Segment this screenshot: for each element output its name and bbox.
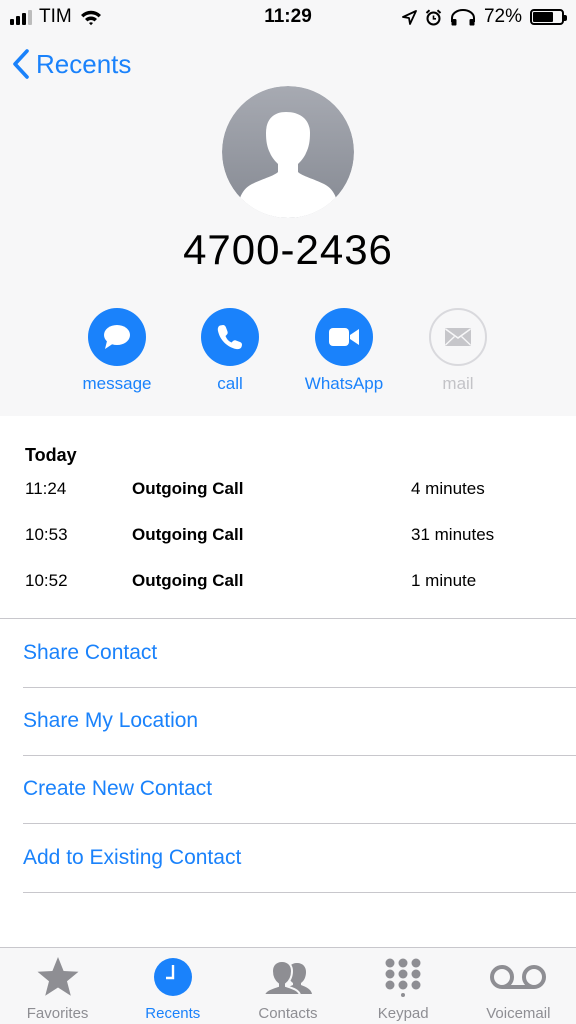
phone-icon [217,325,242,350]
tab-favorites[interactable]: Favorites [0,948,115,1024]
message-icon [104,325,130,349]
mail-action[interactable]: mail [403,308,513,394]
call-time: 10:53 [25,525,68,544]
avatar [222,86,354,218]
call-history-row: 11:24 Outgoing Call 4 minutes [0,479,576,503]
back-label: Recents [36,48,132,79]
tab-voicemail[interactable]: Voicemail [461,948,576,1024]
clock-icon [153,958,192,996]
status-right: 72% [402,6,567,28]
tab-voicemail-label: Voicemail [486,1005,551,1022]
call-history: Today 11:24 Outgoing Call 4 minutes 10:5… [0,416,576,619]
battery-icon [530,9,567,25]
mail-icon [445,328,471,346]
tab-favorites-label: Favorites [26,1005,89,1022]
share-contact-button[interactable]: Share Contact [0,620,576,688]
message-action-label: message [82,374,152,393]
keypad-icon [385,958,421,997]
whatsapp-action-label: WhatsApp [304,374,384,393]
tab-recents-label: Recents [145,1005,201,1022]
call-action[interactable]: call [175,308,285,394]
call-action-label: call [217,374,243,393]
alarm-icon [425,8,442,25]
call-duration: 31 minutes [411,525,495,544]
person-silhouette-icon [222,86,354,218]
share-contact-label: Share Contact [23,641,158,664]
back-button[interactable]: Recents [12,48,131,80]
phone-number: 4700-2436 [183,226,393,273]
call-type: Outgoing Call [132,525,244,544]
tab-keypad[interactable]: Keypad [346,948,461,1024]
add-to-existing-contact-button[interactable]: Add to Existing Contact [0,825,576,893]
headphones-icon [450,8,475,25]
call-time: 10:52 [25,571,68,590]
create-new-contact-label: Create New Contact [23,777,213,800]
status-bar: TIM 11:29 72% [0,0,576,34]
star-icon [37,957,79,996]
voicemail-icon [490,965,547,989]
tab-bar: Favorites Recents Contacts Keypad Voicem… [0,947,576,1024]
mail-action-circle [429,308,487,366]
call-type: Outgoing Call [132,571,244,590]
share-my-location-button[interactable]: Share My Location [0,688,576,756]
history-date-heading: Today [25,445,77,465]
whatsapp-action-circle [315,308,373,366]
contact-header: Recents 4700-2436 message call WhatsApp … [0,34,576,416]
video-icon [329,328,359,346]
message-action-circle [88,308,146,366]
tab-keypad-label: Keypad [377,1005,429,1022]
battery-fill [533,12,554,22]
location-arrow-icon [402,9,417,25]
share-my-location-label: Share My Location [23,709,199,732]
call-history-row: 10:53 Outgoing Call 31 minutes [0,525,576,549]
add-to-existing-contact-label: Add to Existing Contact [23,846,242,869]
tab-contacts[interactable]: Contacts [230,948,345,1024]
chevron-left-icon [13,49,29,79]
call-type: Outgoing Call [132,479,244,498]
call-duration: 4 minutes [411,479,485,498]
whatsapp-action[interactable]: WhatsApp [289,308,399,394]
message-action[interactable]: message [62,308,172,394]
tab-contacts-label: Contacts [258,1005,318,1022]
create-new-contact-button[interactable]: Create New Contact [0,756,576,824]
tab-recents[interactable]: Recents [115,948,230,1024]
mail-action-label: mail [442,374,474,393]
call-time: 11:24 [25,479,67,498]
battery-percent: 72% [483,6,522,27]
call-action-circle [201,308,259,366]
call-duration: 1 minute [411,571,477,590]
contacts-icon [262,959,312,996]
call-history-row: 10:52 Outgoing Call 1 minute [0,571,576,595]
